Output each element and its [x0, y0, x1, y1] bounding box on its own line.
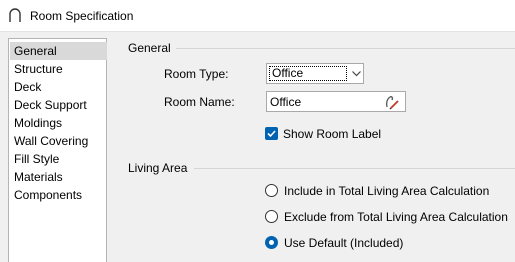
nav-item-moldings[interactable]: Moldings — [10, 114, 107, 132]
room-type-dropdown[interactable]: Office — [266, 63, 364, 84]
show-room-label-text[interactable]: Show Room Label — [283, 127, 381, 141]
nav-item-structure[interactable]: Structure — [10, 60, 107, 78]
nav-item-general[interactable]: General — [10, 42, 107, 60]
use-default-radio[interactable] — [265, 236, 278, 249]
general-separator — [176, 48, 515, 49]
living-area-separator — [194, 168, 515, 169]
nav-item-components[interactable]: Components — [10, 186, 107, 204]
edit-pencil-icon[interactable] — [384, 94, 401, 110]
room-name-label: Room Name: — [164, 95, 235, 109]
living-area-heading: Living Area — [128, 161, 188, 175]
room-name-input[interactable]: Office — [266, 91, 406, 112]
arch-room-icon — [7, 7, 23, 23]
category-list[interactable]: General Structure Deck Deck Support Mold… — [8, 38, 107, 262]
include-living-area-radio[interactable] — [265, 184, 278, 197]
use-default-label[interactable]: Use Default (Included) — [284, 236, 403, 250]
nav-item-deck-support[interactable]: Deck Support — [10, 96, 107, 114]
room-name-value: Office — [270, 95, 302, 109]
exclude-living-area-label[interactable]: Exclude from Total Living Area Calculati… — [284, 210, 508, 224]
title-bar: Room Specification — [0, 0, 515, 32]
room-type-value: Office — [269, 66, 347, 81]
nav-item-deck[interactable]: Deck — [10, 78, 107, 96]
show-room-label-checkbox[interactable] — [265, 127, 278, 140]
exclude-living-area-radio[interactable] — [265, 210, 278, 223]
include-living-area-label[interactable]: Include in Total Living Area Calculation — [284, 184, 489, 198]
chevron-down-icon[interactable] — [351, 68, 362, 79]
nav-item-materials[interactable]: Materials — [10, 168, 107, 186]
nav-item-wall-covering[interactable]: Wall Covering — [10, 132, 107, 150]
window-title: Room Specification — [30, 9, 134, 23]
general-heading: General — [128, 41, 171, 55]
room-type-label: Room Type: — [164, 67, 229, 81]
nav-item-fill-style[interactable]: Fill Style — [10, 150, 107, 168]
